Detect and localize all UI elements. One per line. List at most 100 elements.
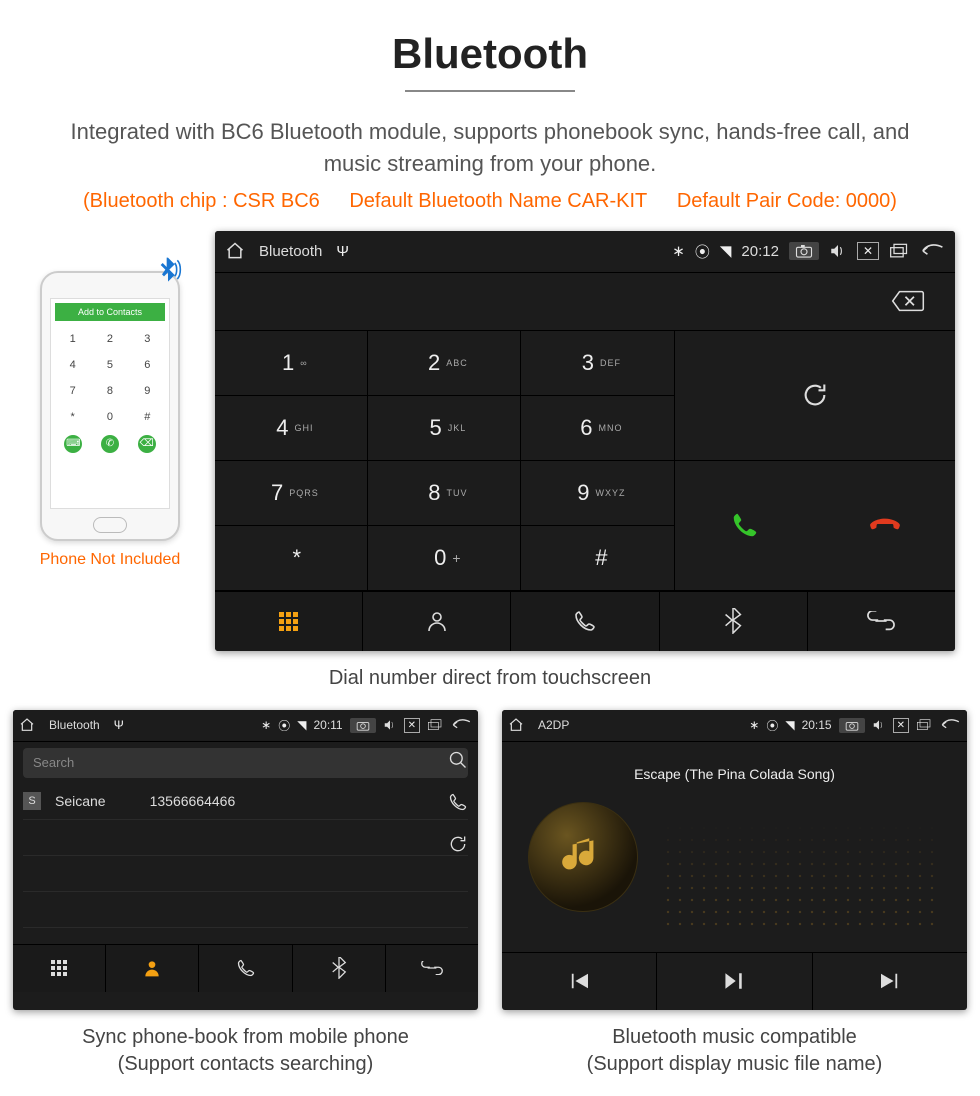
spec-chip: (Bluetooth chip : CSR BC6: [83, 190, 320, 212]
redial-button[interactable]: [675, 331, 955, 461]
tab-recent[interactable]: [199, 945, 292, 992]
side-search-icon[interactable]: [448, 750, 468, 770]
volume-icon[interactable]: [829, 243, 847, 259]
bottom-tabbar: [215, 591, 955, 651]
key-star[interactable]: *: [215, 526, 368, 591]
tab-bluetooth[interactable]: [660, 592, 808, 651]
volume-icon[interactable]: [383, 719, 397, 731]
page-title: Bluetooth: [0, 30, 980, 78]
recent-apps-icon[interactable]: [916, 719, 932, 731]
music-note-icon: [558, 832, 608, 882]
clock: 20:11: [313, 718, 342, 732]
dialer-unit: Bluetooth Ψ ∗ ⦿ ◥ 20:12 ✕: [215, 231, 955, 651]
music-controls: [502, 952, 967, 1010]
close-icon[interactable]: ✕: [404, 718, 420, 733]
home-icon[interactable]: [508, 717, 524, 733]
next-button[interactable]: [813, 953, 967, 1010]
location-icon: ⦿: [695, 241, 710, 262]
spec-name: Default Bluetooth Name CAR-KIT: [349, 190, 647, 212]
contact-row[interactable]: S Seicane 13566664466: [23, 784, 468, 820]
key-hash[interactable]: #: [521, 526, 674, 591]
prev-button[interactable]: [502, 953, 657, 1010]
key-6[interactable]: 6MNO: [521, 396, 674, 461]
bluetooth-icon: [331, 957, 347, 979]
key-5[interactable]: 5JKL: [368, 396, 521, 461]
phone-icon: [573, 609, 597, 633]
key-3[interactable]: 3DEF: [521, 331, 674, 396]
key-0[interactable]: 0+: [368, 526, 521, 591]
title-divider: [405, 90, 575, 92]
play-pause-button[interactable]: [657, 953, 812, 1010]
dial-keypad: 1∞ 2ABC 3DEF 4GHI 5JKL 6MNO 7PQRS 8TUV 9…: [215, 331, 675, 591]
album-art: [528, 802, 638, 912]
camera-icon[interactable]: [350, 718, 376, 733]
backspace-button[interactable]: [891, 289, 925, 313]
side-call-icon[interactable]: [448, 792, 468, 812]
close-icon[interactable]: ✕: [893, 718, 909, 733]
contact-number: 13566664466: [150, 793, 236, 809]
volume-icon[interactable]: [872, 719, 886, 731]
close-icon[interactable]: ✕: [857, 242, 879, 260]
recent-apps-icon[interactable]: [889, 243, 909, 259]
wifi-icon: ◥: [297, 718, 306, 732]
dialer-caption: Dial number direct from touchscreen: [0, 665, 980, 692]
key-4[interactable]: 4GHI: [215, 396, 368, 461]
bt-status-icon: ∗: [672, 242, 685, 260]
clock: 20:12: [741, 243, 779, 260]
contact-badge: S: [23, 792, 41, 810]
hangup-button[interactable]: [815, 461, 955, 591]
tab-contacts[interactable]: [106, 945, 199, 992]
home-icon[interactable]: [19, 717, 35, 733]
key-7[interactable]: 7PQRS: [215, 461, 368, 526]
person-icon: [142, 958, 162, 978]
dialpad-icon: [51, 960, 67, 976]
visualizer: [662, 822, 942, 932]
clock: 20:15: [802, 718, 832, 732]
home-icon[interactable]: [225, 241, 245, 261]
key-1[interactable]: 1∞: [215, 331, 368, 396]
music-unit: A2DP ∗ ⦿ ◥ 20:15 ✕ Escape (The Pina Cola…: [502, 710, 967, 1010]
key-2[interactable]: 2ABC: [368, 331, 521, 396]
tab-bluetooth[interactable]: [293, 945, 386, 992]
tab-contacts[interactable]: [363, 592, 511, 651]
app-name: Bluetooth: [259, 243, 322, 260]
phonebook-caption: Sync phone-book from mobile phone (Suppo…: [82, 1024, 409, 1078]
side-sync-icon[interactable]: [448, 834, 468, 854]
phonebook-unit: Bluetooth Ψ ∗ ⦿ ◥ 20:11 ✕ Search: [13, 710, 478, 1010]
status-bar: Bluetooth Ψ ∗ ⦿ ◥ 20:11 ✕: [13, 710, 478, 742]
tab-dialpad[interactable]: [215, 592, 363, 651]
phone-not-included-note: Phone Not Included: [25, 551, 195, 569]
bluetooth-icon: [723, 608, 743, 634]
page-description: Integrated with BC6 Bluetooth module, su…: [50, 116, 930, 180]
back-icon[interactable]: [939, 718, 961, 732]
dial-button[interactable]: [675, 461, 815, 591]
key-8[interactable]: 8TUV: [368, 461, 521, 526]
music-body: Escape (The Pina Colada Song): [502, 742, 967, 952]
wifi-icon: ◥: [785, 718, 794, 732]
tab-recent[interactable]: [511, 592, 659, 651]
location-icon: ⦿: [278, 717, 290, 734]
phone-mockup: Add to Contacts 123 456 789 *0# ⌨✆⌫: [40, 271, 180, 541]
search-input[interactable]: Search: [23, 748, 468, 778]
tab-pair[interactable]: [386, 945, 478, 992]
contact-row: [23, 892, 468, 928]
back-icon[interactable]: [450, 718, 472, 732]
phone-icon: [236, 958, 256, 978]
camera-icon[interactable]: [839, 718, 865, 733]
link-icon: [421, 961, 443, 975]
recent-apps-icon[interactable]: [427, 719, 443, 731]
status-bar: Bluetooth Ψ ∗ ⦿ ◥ 20:12 ✕: [215, 231, 955, 273]
music-caption: Bluetooth music compatible (Support disp…: [587, 1024, 883, 1078]
app-name: Bluetooth: [49, 718, 100, 732]
tab-pair[interactable]: [808, 592, 955, 651]
bt-status-icon: ∗: [261, 718, 271, 732]
usb-icon: Ψ: [336, 243, 349, 260]
key-9[interactable]: 9WXYZ: [521, 461, 674, 526]
tab-dialpad[interactable]: [13, 945, 106, 992]
back-icon[interactable]: [919, 242, 945, 260]
phone-topbar: Add to Contacts: [55, 303, 165, 321]
contact-name: Seicane: [55, 793, 106, 809]
usb-icon: Ψ: [114, 718, 124, 732]
camera-icon[interactable]: [789, 242, 819, 260]
track-title: Escape (The Pina Colada Song): [502, 742, 967, 782]
